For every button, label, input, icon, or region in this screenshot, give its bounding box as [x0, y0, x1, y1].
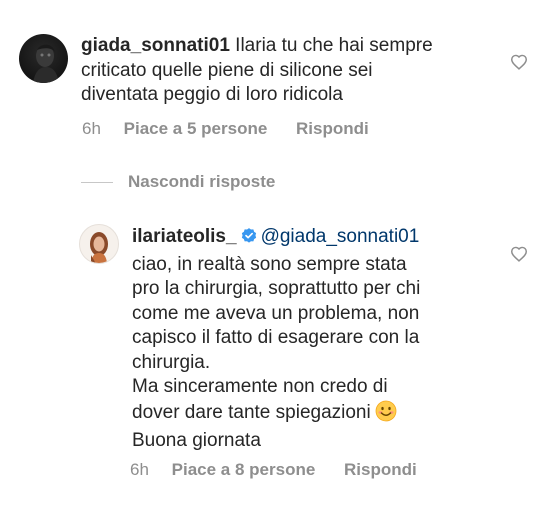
comment-meta: 6h Piace a 5 persone Rispondi [82, 119, 369, 139]
comment-username[interactable]: ilariateolis_ [132, 226, 237, 247]
avatar-photo-icon [90, 232, 108, 263]
comment-meta: 6h Piace a 8 persone Rispondi [130, 460, 417, 480]
smiling-face-emoji-icon [375, 400, 397, 430]
divider [81, 182, 113, 184]
comment-body-line: dover dare tante spiegazioni [132, 401, 371, 423]
comment-body-line: Ma sinceramente non credo di [132, 376, 388, 397]
comment-text: ilariateolis_ @giada_sonnati01 ciao, in r… [132, 225, 420, 454]
comment-body-line: chirurgia. [132, 351, 211, 373]
hide-replies-button[interactable]: Nascondi risposte [81, 172, 275, 192]
comment-body-line: Ilaria tu che hai sempre [235, 35, 433, 56]
avatar-photo-icon [33, 44, 59, 83]
verified-badge-icon [240, 227, 258, 253]
hide-replies-label: Nascondi risposte [128, 172, 276, 191]
comment-body-line: come me aveva un problema, non [132, 302, 420, 324]
comment-body-line: capisco il fatto di esagerare con la [132, 327, 420, 348]
avatar[interactable] [19, 34, 68, 83]
mention-link[interactable]: @giada_sonnati01 [261, 226, 420, 247]
comment-timestamp: 6h [82, 119, 101, 138]
likes-count[interactable]: Piace a 5 persone [124, 119, 268, 139]
comment-body-line: diventata peggio di loro ridicola [81, 84, 343, 105]
comment-username[interactable]: giada_sonnati01 [81, 35, 230, 56]
reply-button[interactable]: Rispondi [344, 460, 417, 480]
heart-icon[interactable] [510, 54, 528, 70]
likes-count[interactable]: Piace a 8 persone [172, 460, 316, 480]
comment-body-line: criticato quelle piene di silicone sei [81, 59, 373, 81]
comment-body-line: pro la chirurgia, soprattutto per chi [132, 278, 421, 299]
heart-icon[interactable] [510, 246, 528, 262]
reply-button[interactable]: Rispondi [296, 119, 369, 139]
comment-text: giada_sonnati01 Ilaria tu che hai sempre… [81, 34, 433, 108]
avatar[interactable] [79, 224, 119, 264]
comment-timestamp: 6h [130, 460, 149, 479]
comment-body-line: ciao, in realtà sono sempre stata [132, 253, 407, 275]
comment-body-line: Buona giornata [132, 430, 261, 451]
